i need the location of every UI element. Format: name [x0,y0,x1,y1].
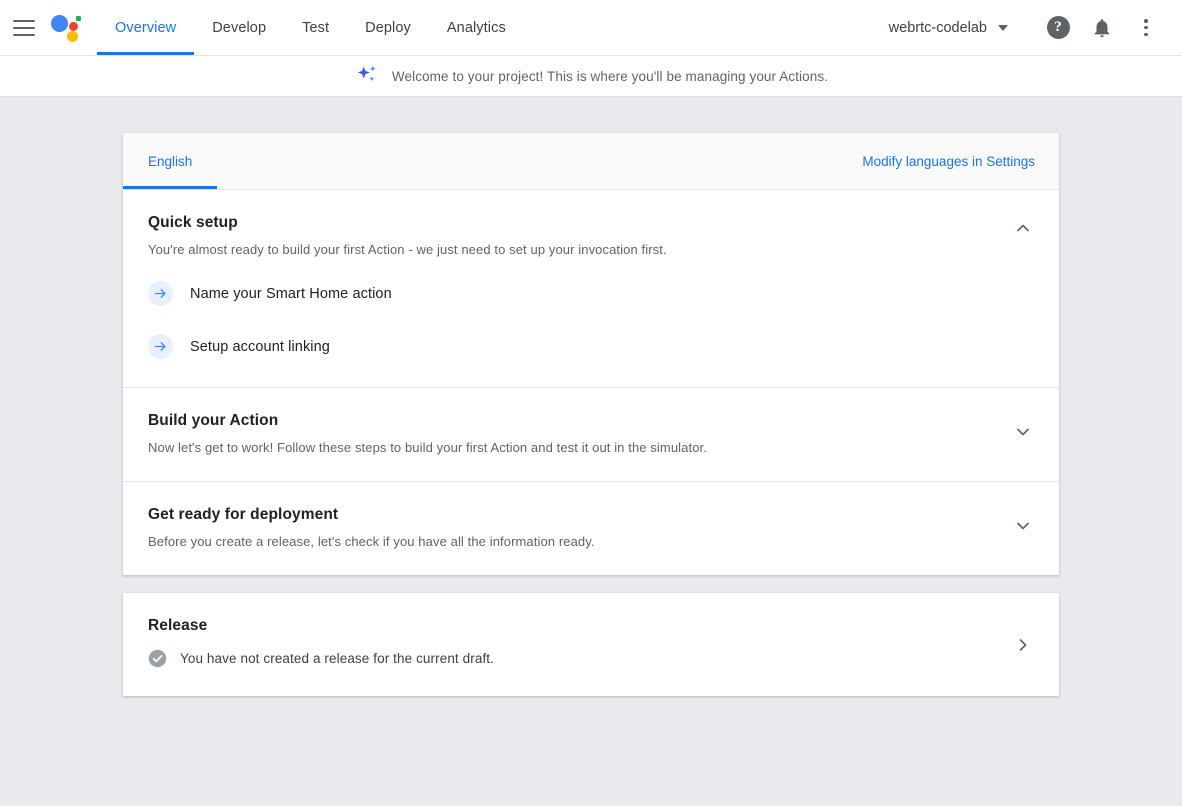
section-title: Quick setup [148,214,1034,232]
chevron-down-glyph [1013,516,1033,536]
chevron-down-icon [998,25,1008,31]
nav-item-label: Develop [212,20,266,36]
hamburger-line [13,27,35,29]
section-title: Get ready for deployment [148,506,1034,524]
chevron-down-glyph [1013,422,1033,442]
nav-item-develop[interactable]: Develop [194,0,284,55]
section-title: Build your Action [148,412,1034,430]
welcome-text: Welcome to your project! This is where y… [392,69,828,84]
release-card-body: Release You have not created a release f… [123,593,1059,696]
logo-dot-blue [51,15,68,32]
section-subtitle: Now let's get to work! Follow these step… [148,440,1034,455]
chevron-down-icon[interactable] [1009,418,1037,446]
release-title: Release [148,617,1034,635]
hamburger-line [13,34,35,36]
section-get-ready-for-deployment[interactable]: Get ready for deployment Before you crea… [123,481,1059,575]
project-selector[interactable]: webrtc-codelab [889,20,1008,36]
nav-item-overview[interactable]: Overview [97,0,194,55]
task-label: Setup account linking [190,339,330,355]
welcome-banner: Welcome to your project! This is where y… [0,56,1182,97]
chevron-down-icon[interactable] [1009,512,1037,540]
notifications-bell-icon [1091,17,1113,39]
check-circle-icon [148,649,167,668]
chevron-up-glyph [1013,218,1033,238]
release-status-text: You have not created a release for the c… [180,651,494,666]
logo-dot-green [76,16,81,21]
chevron-up-icon[interactable] [1009,214,1037,242]
notifications-button[interactable] [1080,6,1124,50]
section-build-your-action[interactable]: Build your Action Now let's get to work!… [123,387,1059,481]
sparkle-icon [354,63,380,89]
kebab-dot [1144,19,1148,23]
chevron-right-icon[interactable] [1009,631,1037,659]
arrow-right-icon [148,334,173,359]
top-bar-actions: webrtc-codelab ? [889,6,1182,50]
arrow-right-glyph [153,339,168,354]
google-assistant-logo[interactable] [49,13,83,43]
release-status-row: You have not created a release for the c… [148,649,1034,668]
main-navigation: Overview Develop Test Deploy Analytics [97,0,524,55]
logo-dot-red [69,22,78,31]
setup-card: English Modify languages in Settings Qui… [123,133,1059,575]
arrow-right-glyph [153,286,168,301]
nav-item-analytics[interactable]: Analytics [429,0,524,55]
top-bar: Overview Develop Test Deploy Analytics w… [0,0,1182,56]
kebab-dot [1144,26,1148,30]
task-label: Name your Smart Home action [190,286,392,302]
modify-languages-link[interactable]: Modify languages in Settings [862,154,1035,169]
hamburger-line [13,20,35,22]
more-options-button[interactable] [1124,6,1168,50]
kebab-dot [1144,33,1148,37]
arrow-right-icon [148,281,173,306]
project-name-label: webrtc-codelab [889,20,987,36]
language-bar: English Modify languages in Settings [123,133,1059,190]
nav-item-label: Test [302,20,329,36]
nav-item-label: Overview [115,20,176,36]
section-subtitle: Before you create a release, let's check… [148,534,1034,549]
tab-english[interactable]: English [123,133,217,189]
nav-item-test[interactable]: Test [284,0,347,55]
section-quick-setup: Quick setup You're almost ready to build… [123,190,1059,387]
release-card[interactable]: Release You have not created a release f… [123,593,1059,696]
hamburger-menu-icon[interactable] [13,20,35,36]
task-name-smart-home-action[interactable]: Name your Smart Home action [148,281,1034,306]
page-content: English Modify languages in Settings Qui… [0,97,1182,696]
tab-label: English [148,154,192,169]
more-options-icon [1144,19,1148,36]
help-button[interactable]: ? [1036,6,1080,50]
quick-setup-task-list: Name your Smart Home action Setup accoun… [148,281,1034,359]
help-icon: ? [1047,16,1070,39]
nav-item-label: Deploy [365,20,411,36]
nav-item-deploy[interactable]: Deploy [347,0,429,55]
section-subtitle: You're almost ready to build your first … [148,242,1034,257]
nav-item-label: Analytics [447,20,506,36]
task-setup-account-linking[interactable]: Setup account linking [148,334,1034,359]
logo-dot-yellow [67,31,78,42]
chevron-right-glyph [1013,635,1033,655]
